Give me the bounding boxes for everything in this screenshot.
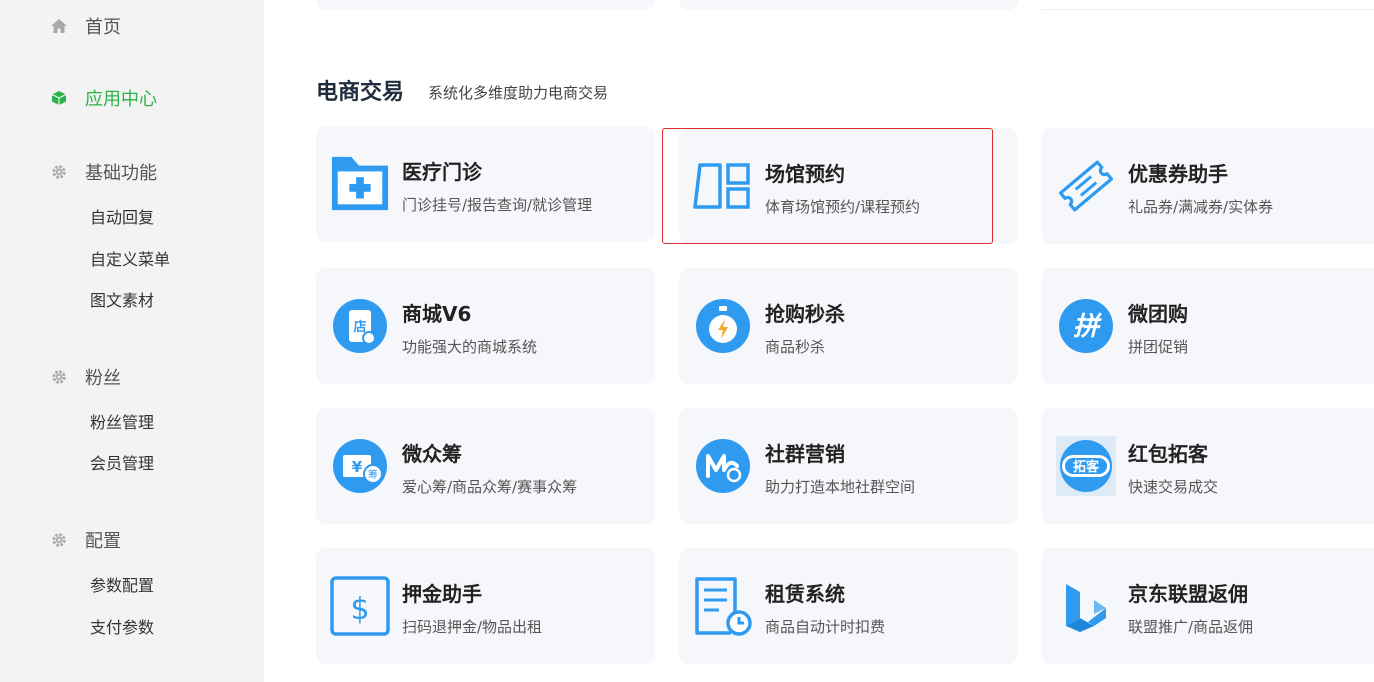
card-desc: 扫码退押金/物品出租 xyxy=(402,618,543,636)
app-card-group-buy[interactable]: 拼 微团购 拼团促销 xyxy=(1042,268,1374,384)
card-title: 社群营销 xyxy=(765,442,845,466)
nav-media-library[interactable]: 图文素材 xyxy=(90,290,154,312)
red-packet-icon: 拓客 xyxy=(1056,436,1116,496)
card-desc: 功能强大的商城系统 xyxy=(402,338,538,356)
app-card-coupon[interactable]: 优惠券助手 礼品券/满减券/实体券 xyxy=(1042,128,1374,244)
cube-icon xyxy=(48,87,70,109)
group-buy-icon-text: 拼 xyxy=(1073,312,1103,342)
gear-icon xyxy=(48,161,70,183)
partial-card[interactable] xyxy=(316,0,655,10)
group-buy-icon: 拼 xyxy=(1056,296,1116,356)
card-desc: 门诊挂号/报告查询/就诊管理 xyxy=(402,196,593,214)
nav-param-config[interactable]: 参数配置 xyxy=(90,575,154,597)
nav-fans-label: 粉丝 xyxy=(85,368,121,389)
nav-member-manage[interactable]: 会员管理 xyxy=(90,453,154,475)
card-title: 微众筹 xyxy=(402,442,462,466)
crowdfunding-icon: ¥ 筹 xyxy=(330,436,390,496)
card-title: 优惠券助手 xyxy=(1128,162,1228,186)
card-desc: 助力打造本地社群空间 xyxy=(765,478,916,496)
nav-home[interactable]: 首页 xyxy=(48,12,121,40)
app-card-medical[interactable]: 医疗门诊 门诊挂号/报告查询/就诊管理 xyxy=(316,126,655,242)
nav-config-label: 配置 xyxy=(85,531,121,552)
svg-text:¥: ¥ xyxy=(352,458,363,476)
nav-basic[interactable]: 基础功能 xyxy=(48,158,157,186)
app-card-flash-sale[interactable]: 抢购秒杀 商品秒杀 xyxy=(679,268,1018,384)
card-desc: 爱心筹/商品众筹/赛事众筹 xyxy=(402,478,578,496)
nav-custom-menu[interactable]: 自定义菜单 xyxy=(90,249,170,271)
app-card-red-packet[interactable]: 拓客 红包拓客 快速交易成交 xyxy=(1042,408,1374,524)
jd-union-icon xyxy=(1056,576,1116,636)
gear-icon xyxy=(48,529,70,551)
card-desc: 体育场馆预约/课程预约 xyxy=(765,198,921,216)
nav-home-label: 首页 xyxy=(85,17,121,38)
app-card-deposit[interactable]: $ 押金助手 扫码退押金/物品出租 xyxy=(316,548,655,664)
app-card-community[interactable]: 社群营销 助力打造本地社群空间 xyxy=(679,408,1018,524)
card-title: 医疗门诊 xyxy=(402,160,482,184)
deposit-icon: $ xyxy=(330,576,390,636)
partial-card[interactable] xyxy=(1042,0,1374,10)
card-title: 抢购秒杀 xyxy=(765,302,845,326)
card-title: 商城V6 xyxy=(402,302,472,326)
card-desc: 礼品券/满减券/实体券 xyxy=(1128,198,1274,216)
app-card-crowdfunding[interactable]: ¥ 筹 微众筹 爱心筹/商品众筹/赛事众筹 xyxy=(316,408,655,524)
card-desc: 联盟推广/商品返佣 xyxy=(1128,618,1254,636)
community-icon xyxy=(693,436,753,496)
nav-payment-params[interactable]: 支付参数 xyxy=(90,617,154,639)
gear-icon xyxy=(48,366,70,388)
partial-card[interactable] xyxy=(679,0,1018,10)
nav-basic-label: 基础功能 xyxy=(85,163,157,184)
card-title: 租赁系统 xyxy=(765,582,845,606)
app-card-venue[interactable]: 场馆预约 体育场馆预约/课程预约 xyxy=(679,128,1018,244)
home-icon xyxy=(48,15,70,37)
nav-app-center[interactable]: 应用中心 xyxy=(48,84,157,112)
nav-app-center-label: 应用中心 xyxy=(85,89,157,110)
nav-auto-reply[interactable]: 自动回复 xyxy=(90,207,154,229)
nav-config[interactable]: 配置 xyxy=(48,526,121,554)
app-card-shop[interactable]: 店 商城V6 功能强大的商城系统 xyxy=(316,268,655,384)
card-title: 押金助手 xyxy=(402,582,482,606)
card-title: 微团购 xyxy=(1128,302,1188,326)
card-title: 场馆预约 xyxy=(765,162,845,186)
crowdfunding-icon-text: 筹 xyxy=(368,468,378,481)
shop-icon: 店 xyxy=(330,296,390,356)
section-subtitle: 系统化多维度助力电商交易 xyxy=(428,84,609,102)
card-desc: 商品秒杀 xyxy=(765,338,826,356)
sidebar: 首页 应用中心 基础功能 自动回复 自定义菜单 图文素材 粉丝 粉丝管理 会员管… xyxy=(0,0,264,682)
card-desc: 快速交易成交 xyxy=(1128,478,1219,496)
card-title: 红包拓客 xyxy=(1128,442,1208,466)
card-desc: 拼团促销 xyxy=(1128,338,1189,356)
section-title: 电商交易 xyxy=(316,80,405,105)
card-desc: 商品自动计时扣费 xyxy=(765,618,886,636)
app-card-rental[interactable]: 租赁系统 商品自动计时扣费 xyxy=(679,548,1018,664)
red-packet-icon-text: 拓客 xyxy=(1073,459,1100,475)
stopwatch-icon xyxy=(693,296,753,356)
nav-fans[interactable]: 粉丝 xyxy=(48,363,121,391)
svg-text:$: $ xyxy=(350,592,369,627)
rental-icon xyxy=(693,576,753,636)
app-card-jd-union[interactable]: 京东联盟返佣 联盟推广/商品返佣 xyxy=(1042,548,1374,664)
medical-folder-icon xyxy=(330,154,390,214)
nav-fans-manage[interactable]: 粉丝管理 xyxy=(90,412,154,434)
venue-icon xyxy=(693,156,753,216)
card-title: 京东联盟返佣 xyxy=(1128,582,1248,606)
coupon-icon xyxy=(1056,156,1116,216)
